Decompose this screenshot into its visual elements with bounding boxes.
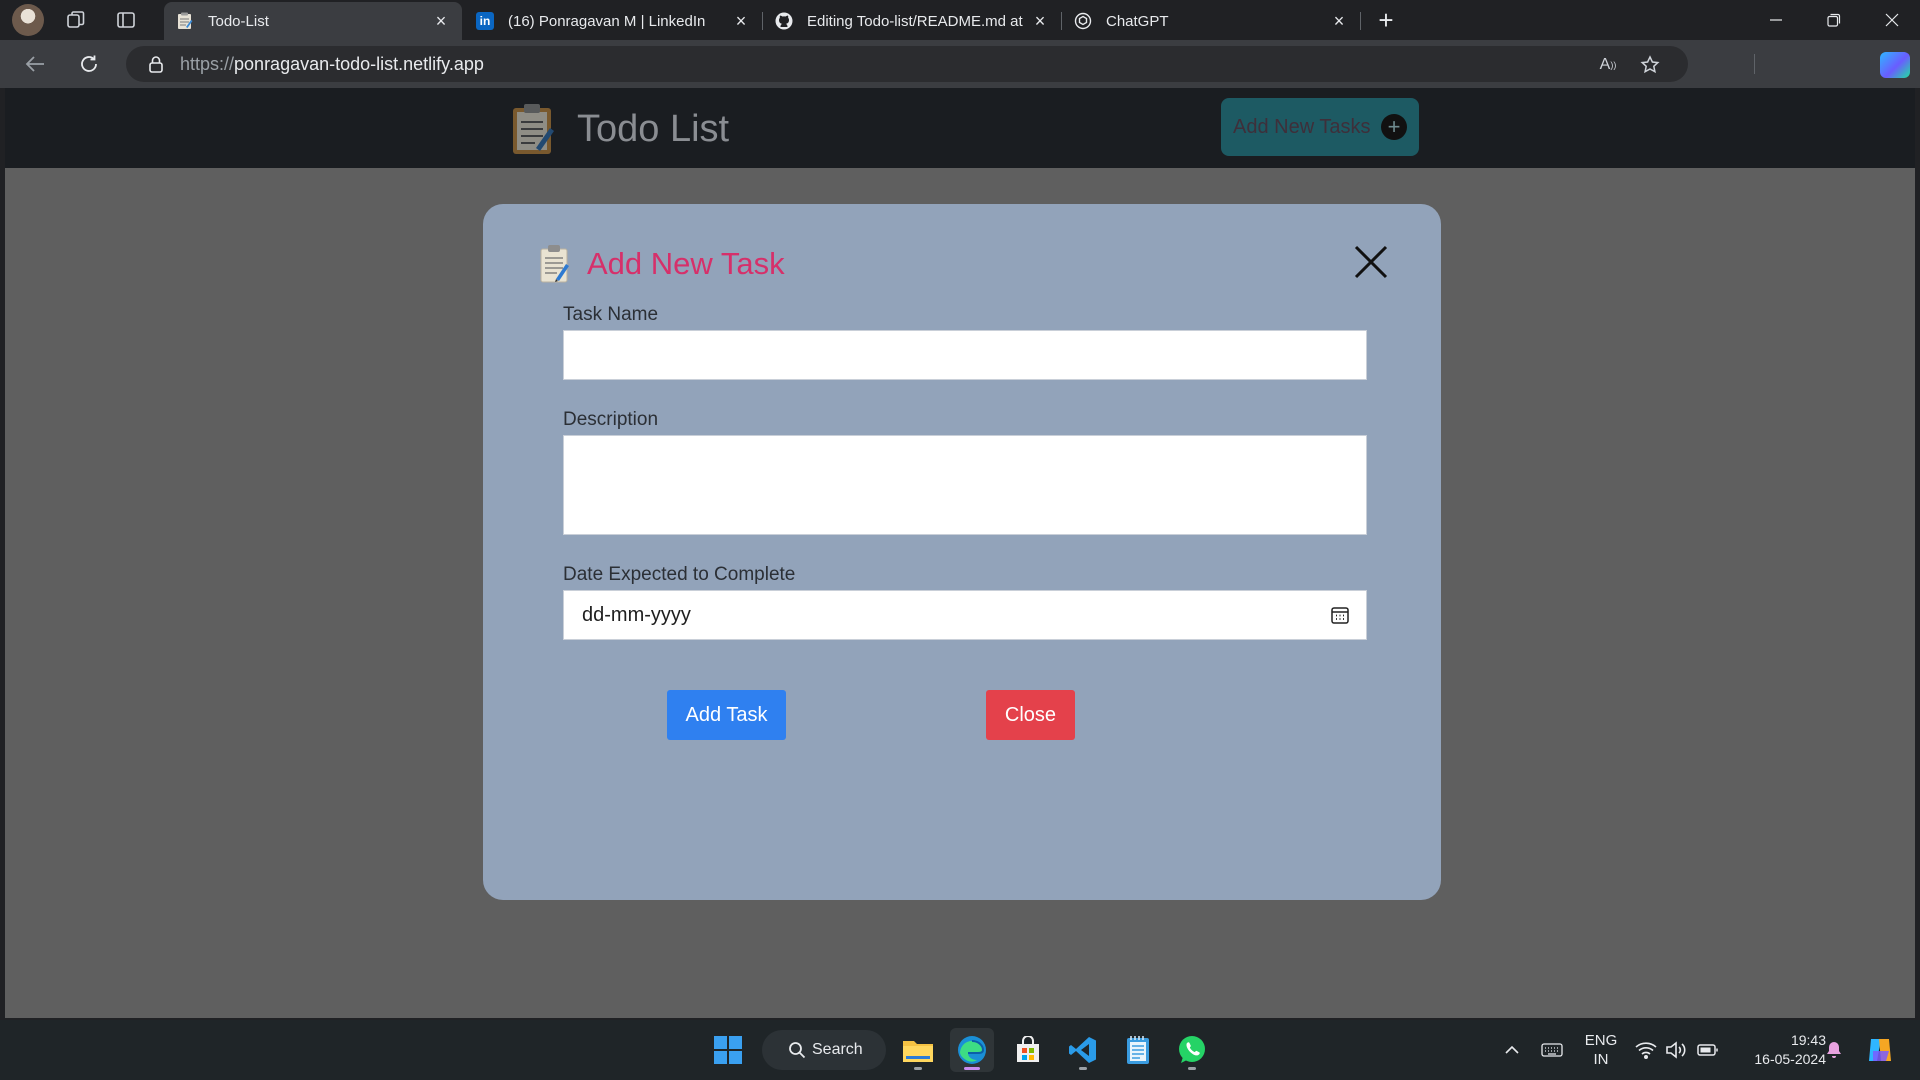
language-line2: IN — [1593, 1051, 1609, 1068]
tab-todo-list[interactable]: Todo-List × — [164, 2, 462, 40]
tab-title: (16) Ponragavan M | LinkedIn — [508, 12, 706, 30]
url-host: ponragavan-todo-list.netlify.app — [234, 53, 484, 74]
start-windows-icon[interactable] — [706, 1028, 750, 1072]
lock-icon[interactable] — [148, 55, 168, 73]
add-new-tasks-label: Add New Tasks — [1233, 115, 1371, 138]
refresh-icon[interactable] — [72, 48, 106, 80]
add-task-modal: Add New Task Task Name Description Date … — [483, 204, 1441, 900]
url-scheme: https:// — [180, 53, 235, 74]
url-text[interactable]: https://ponragavan-todo-list.netlify.app — [180, 54, 484, 75]
address-bar[interactable]: https://ponragavan-todo-list.netlify.app… — [126, 46, 1688, 82]
close-tab-icon[interactable]: × — [1330, 11, 1348, 31]
tab-title: Editing Todo-list/README.md at — [807, 12, 1023, 30]
chevron-up-icon[interactable] — [1500, 1038, 1524, 1062]
close-tab-icon[interactable]: × — [1031, 11, 1049, 31]
vscode-icon[interactable] — [1061, 1028, 1105, 1072]
vertical-tabs-icon[interactable] — [108, 4, 144, 36]
add-new-tasks-button[interactable]: Add New Tasks + — [1221, 98, 1419, 156]
notepad-favicon — [176, 12, 194, 30]
language-line1: ENG — [1584, 1032, 1618, 1049]
date-placeholder: dd-mm-yyyy — [582, 603, 691, 626]
notepad-app-icon[interactable] — [1116, 1028, 1160, 1072]
date-label: Date Expected to Complete — [563, 564, 796, 585]
modal-title: Add New Task — [587, 246, 785, 281]
linkedin-favicon: in — [476, 12, 494, 30]
notification-bell-icon[interactable] — [1822, 1038, 1846, 1062]
description-textarea[interactable] — [563, 435, 1367, 535]
tab-linkedin[interactable]: in (16) Ponragavan M | LinkedIn × — [464, 2, 762, 40]
file-explorer-icon[interactable] — [896, 1028, 940, 1072]
search-label: Search — [812, 1041, 863, 1058]
tab-separator — [1360, 12, 1361, 30]
web-page: Todo List Add New Tasks + Add New Task T… — [5, 88, 1915, 1018]
profile-avatar[interactable] — [12, 4, 44, 36]
active-indicator — [964, 1067, 980, 1070]
task-name-input[interactable] — [563, 330, 1367, 380]
tab-title: Todo-List — [208, 12, 269, 30]
toolbar-separator — [1754, 54, 1755, 74]
edge-browser-icon[interactable] — [950, 1028, 994, 1072]
app-header: Todo List Add New Tasks + — [5, 88, 1915, 168]
microsoft-store-icon[interactable] — [1006, 1028, 1050, 1072]
clock-time: 19:43 — [1790, 1032, 1826, 1048]
read-aloud-icon[interactable]: A)) — [1596, 54, 1620, 76]
clock-date: 16-05-2024 — [1754, 1051, 1826, 1067]
chatgpt-favicon — [1074, 12, 1092, 30]
windows-taskbar: Search ENG IN 19:43 16-05-2024 — [0, 1020, 1920, 1080]
taskbar-search[interactable]: Search — [762, 1030, 886, 1070]
window-close-icon[interactable] — [1864, 0, 1920, 40]
close-tab-icon[interactable]: × — [432, 11, 450, 31]
keyboard-icon[interactable] — [1540, 1038, 1564, 1062]
todo-logo-icon — [513, 104, 554, 154]
date-input[interactable]: dd-mm-yyyy — [563, 590, 1367, 640]
task-name-label: Task Name — [563, 304, 659, 325]
tab-title: ChatGPT — [1106, 12, 1169, 30]
copilot-taskbar-icon[interactable] — [1864, 1034, 1896, 1066]
running-indicator — [1079, 1067, 1087, 1070]
description-label: Description — [563, 409, 659, 430]
browser-toolbar: https://ponragavan-todo-list.netlify.app… — [0, 40, 1920, 116]
volume-icon[interactable] — [1664, 1038, 1688, 1062]
close-button[interactable]: Close — [986, 690, 1075, 740]
back-arrow-icon[interactable] — [18, 48, 52, 80]
copilot-icon[interactable] — [1880, 52, 1910, 78]
app-title: Todo List — [577, 108, 730, 150]
notepad-icon — [540, 245, 569, 283]
plus-circle-icon: + — [1381, 114, 1407, 140]
clock[interactable]: 19:43 16-05-2024 — [1730, 1031, 1826, 1069]
favorite-star-icon[interactable] — [1638, 54, 1662, 76]
tab-github[interactable]: Editing Todo-list/README.md at × — [763, 2, 1061, 40]
workspaces-icon[interactable] — [58, 4, 94, 36]
github-favicon — [775, 12, 793, 30]
whatsapp-icon[interactable] — [1170, 1028, 1214, 1072]
add-task-button[interactable]: Add Task — [667, 690, 786, 740]
language-indicator[interactable]: ENG IN — [1580, 1031, 1622, 1069]
wifi-icon[interactable] — [1634, 1038, 1658, 1062]
running-indicator — [914, 1067, 922, 1070]
running-indicator — [1188, 1067, 1196, 1070]
minimize-icon[interactable] — [1748, 0, 1804, 40]
tab-chatgpt[interactable]: ChatGPT × — [1062, 2, 1360, 40]
new-tab-plus-icon[interactable]: + — [1370, 4, 1402, 36]
close-x-icon[interactable] — [1351, 242, 1391, 282]
battery-icon[interactable] — [1696, 1038, 1720, 1062]
close-tab-icon[interactable]: × — [732, 11, 750, 31]
calendar-icon[interactable] — [1330, 605, 1350, 625]
search-icon — [789, 1042, 806, 1059]
restore-icon[interactable] — [1806, 0, 1862, 40]
